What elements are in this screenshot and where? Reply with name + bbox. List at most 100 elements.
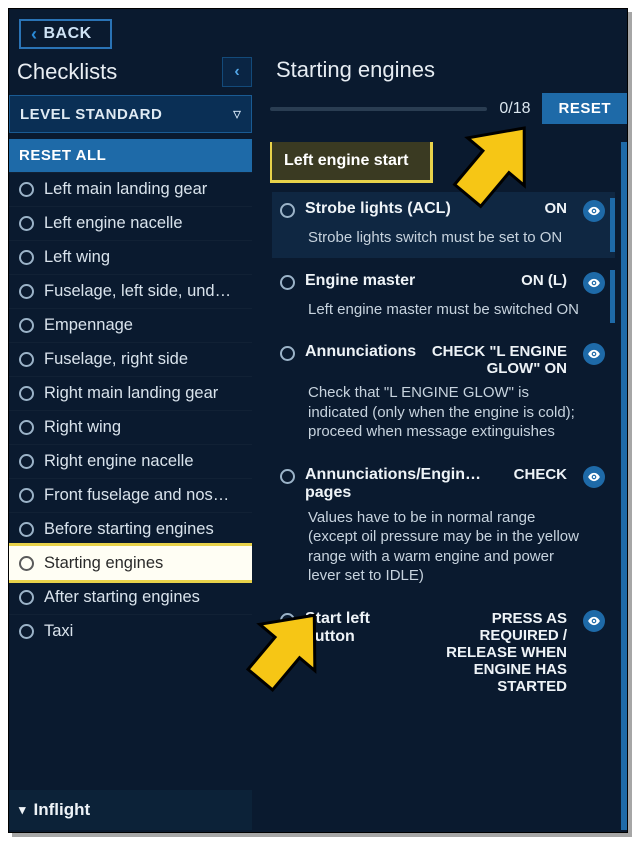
checklist-list[interactable]: Left main landing gear Left engine nacell… <box>9 172 252 784</box>
checklist-item-value: PRESS AS REQUIRED / RELEASE WHEN ENGINE … <box>417 610 567 695</box>
level-dropdown[interactable]: LEVEL STANDARD ▿ <box>9 95 252 133</box>
sidebar-item-label: Left main landing gear <box>44 180 207 199</box>
radio-icon <box>19 556 34 571</box>
sidebar-item[interactable]: Right wing <box>9 410 252 444</box>
sidebar-item[interactable]: Empennage <box>9 308 252 342</box>
page-title: Starting engines <box>276 57 627 83</box>
sidebar-item-label: Left wing <box>44 248 110 267</box>
eye-icon[interactable] <box>583 272 605 294</box>
chevron-down-icon: ▿ <box>233 104 241 124</box>
sidebar-item[interactable]: Left engine nacelle <box>9 206 252 240</box>
radio-icon <box>280 203 295 218</box>
item-scroll-indicator <box>610 270 615 324</box>
sidebar-item[interactable]: Taxi <box>9 614 252 648</box>
checklist-item-name: Annunciations/Engin… pages <box>305 466 504 502</box>
sidebar-item-label: Left engine nacelle <box>44 214 183 233</box>
sidebar-item-label: Fuselage, left side, und… <box>44 282 231 301</box>
checklist-item[interactable]: Annunciations CHECK "L ENGINE GLOW" ON Che… <box>272 335 615 452</box>
back-label: BACK <box>44 25 92 43</box>
sidebar-item-label: Right engine nacelle <box>44 452 194 471</box>
app-frame: ‹ BACK Checklists ‹ LEVEL STANDARD ▿ RES… <box>8 8 628 833</box>
sidebar-item-label: Taxi <box>44 622 73 641</box>
radio-icon <box>19 216 34 231</box>
item-scroll-indicator <box>610 198 615 252</box>
checklist-item-name: Annunciations <box>305 343 407 361</box>
sidebar-item-label: Starting engines <box>44 554 163 573</box>
eye-icon[interactable] <box>583 200 605 222</box>
back-button[interactable]: ‹ BACK <box>19 19 112 49</box>
checklist-item-value: CHECK "L ENGINE GLOW" ON <box>417 343 567 377</box>
chevron-down-icon: ▾ <box>19 802 26 818</box>
sidebar-collapse-button[interactable]: ‹ <box>222 57 252 87</box>
sidebar-item[interactable]: Left main landing gear <box>9 172 252 206</box>
sidebar-item-label: Empennage <box>44 316 133 335</box>
radio-icon <box>19 488 34 503</box>
checklist-item-desc: Check that "L ENGINE GLOW" is indicated … <box>308 383 583 442</box>
radio-icon <box>19 454 34 469</box>
sidebar-item[interactable]: Front fuselage and nos… <box>9 478 252 512</box>
radio-icon <box>19 590 34 605</box>
sidebar-item-label: Front fuselage and nos… <box>44 486 229 505</box>
sidebar-item[interactable]: Before starting engines <box>9 512 252 546</box>
checklist-item-value: CHECK <box>514 466 567 483</box>
reset-button[interactable]: RESET <box>542 93 627 124</box>
sidebar-item-label: Before starting engines <box>44 520 214 539</box>
sidebar-item[interactable]: After starting engines <box>9 580 252 614</box>
sidebar-title: Checklists <box>17 59 117 85</box>
eye-icon[interactable] <box>583 343 605 365</box>
radio-icon <box>280 275 295 290</box>
checklist-item-desc: Values have to be in normal range (excep… <box>308 508 583 586</box>
checklist-item-name: Strobe lights (ACL) <box>305 200 535 218</box>
section-inflight[interactable]: ▾ Inflight <box>9 790 252 830</box>
sidebar-item-label: Fuselage, right side <box>44 350 188 369</box>
checklist-item[interactable]: Engine master ON (L) Left engine master mu… <box>272 264 615 330</box>
radio-icon <box>19 284 34 299</box>
columns: Checklists ‹ LEVEL STANDARD ▿ RESET ALL … <box>9 57 627 830</box>
sidebar-item[interactable]: Left wing <box>9 240 252 274</box>
radio-icon <box>19 420 34 435</box>
main-panel: Starting engines 0/18 RESET Left engine … <box>252 57 627 830</box>
reset-all-button[interactable]: RESET ALL <box>9 139 252 172</box>
radio-icon <box>19 182 34 197</box>
sidebar: Checklists ‹ LEVEL STANDARD ▿ RESET ALL … <box>9 57 252 830</box>
sidebar-item-label: Right main landing gear <box>44 384 218 403</box>
checklist-item-name: Start left button <box>305 610 407 646</box>
radio-icon <box>19 352 34 367</box>
radio-icon <box>19 318 34 333</box>
radio-icon <box>19 624 34 639</box>
scrollbar-vertical[interactable] <box>621 142 627 830</box>
sidebar-item[interactable]: Right engine nacelle <box>9 444 252 478</box>
eye-icon[interactable] <box>583 466 605 488</box>
chevron-left-icon: ‹ <box>234 63 239 81</box>
progress-text: 0/18 <box>499 100 530 118</box>
sidebar-header: Checklists ‹ <box>9 57 252 95</box>
checklist-item-desc: Left engine master must be switched ON <box>308 300 583 320</box>
progress-row: 0/18 RESET <box>270 93 627 124</box>
sidebar-item-label: After starting engines <box>44 588 200 607</box>
radio-icon <box>19 522 34 537</box>
checklist-item-value: ON <box>545 200 568 217</box>
checklist-item-desc: Strobe lights switch must be set to ON <box>308 228 583 248</box>
sidebar-item[interactable]: Starting engines <box>9 546 252 580</box>
radio-icon <box>19 386 34 401</box>
radio-icon <box>19 250 34 265</box>
level-label: LEVEL STANDARD <box>20 106 162 123</box>
section-label: Inflight <box>34 800 91 820</box>
chevron-left-icon: ‹ <box>31 25 38 43</box>
group-title: Left engine start <box>272 142 430 180</box>
checklist-item[interactable]: Start left button PRESS AS REQUIRED / REL… <box>272 602 615 705</box>
checklist-item[interactable]: Strobe lights (ACL) ON Strobe lights switc… <box>272 192 615 258</box>
sidebar-item[interactable]: Fuselage, right side <box>9 342 252 376</box>
radio-icon <box>280 469 295 484</box>
checklist-item-value: ON (L) <box>521 272 567 289</box>
radio-icon <box>280 613 295 628</box>
sidebar-item[interactable]: Fuselage, left side, und… <box>9 274 252 308</box>
checklist-item-name: Engine master <box>305 272 511 290</box>
progress-bar <box>270 107 487 111</box>
sidebar-item-label: Right wing <box>44 418 121 437</box>
checklist-content: Left engine start Strobe lights (ACL)ONS… <box>270 142 627 830</box>
checklist-item[interactable]: Annunciations/Engin… pages CHECK Values ha… <box>272 458 615 596</box>
radio-icon <box>280 346 295 361</box>
sidebar-item[interactable]: Right main landing gear <box>9 376 252 410</box>
eye-icon[interactable] <box>583 610 605 632</box>
